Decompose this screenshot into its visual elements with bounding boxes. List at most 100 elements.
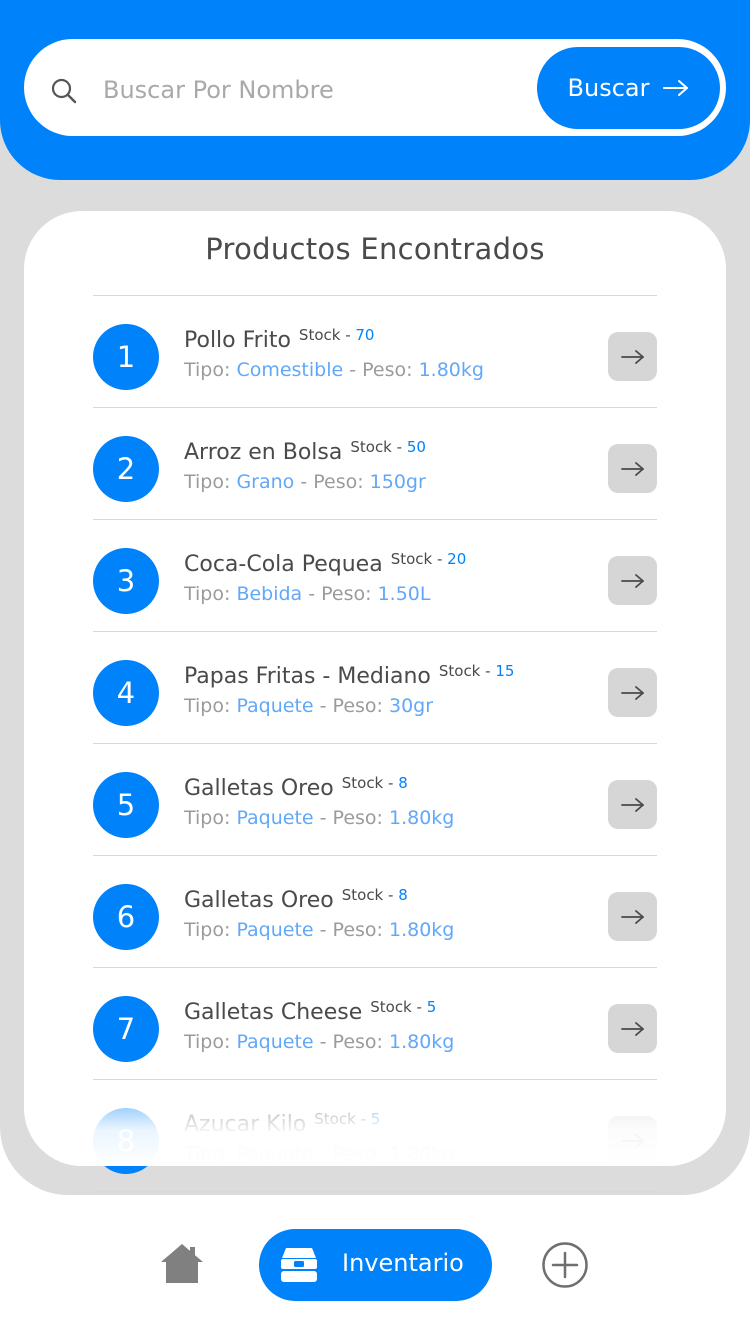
product-title-line: Galletas Cheese Stock - 5: [184, 998, 436, 1025]
tipo-label: Tipo:: [184, 583, 237, 605]
list-item[interactable]: 4 Papas Fritas - Mediano Stock - 15 Tipo: P…: [0, 632, 750, 744]
stock-label: Stock - 70: [299, 326, 375, 344]
product-name: Pollo Frito: [184, 328, 291, 353]
tipo-label: Tipo:: [184, 1031, 237, 1053]
peso-label: - Peso:: [313, 1031, 389, 1053]
list-item[interactable]: 6 Galletas Oreo Stock - 8 Tipo: Paquete - P…: [0, 856, 750, 968]
open-product-button[interactable]: [608, 556, 657, 605]
stock-value: 8: [398, 774, 408, 792]
index-badge: 6: [93, 884, 159, 950]
add-icon[interactable]: [541, 1241, 589, 1289]
tipo-label: Tipo:: [184, 695, 237, 717]
stock-prefix: Stock -: [438, 662, 496, 680]
arrow-right-icon: [620, 797, 644, 812]
stock-prefix: Stock -: [341, 886, 399, 904]
product-title-line: Azucar Kilo Stock - 5: [184, 1110, 380, 1137]
product-name: Galletas Oreo: [184, 776, 334, 801]
list-item[interactable]: 7 Galletas Cheese Stock - 5 Tipo: Paquete -…: [0, 968, 750, 1080]
product-details: Tipo: Paquete - Peso: 1.80kg: [184, 919, 454, 941]
product-list: 1 Pollo Frito Stock - 70 Tipo: Comestible -…: [0, 296, 750, 1192]
search-input[interactable]: [103, 68, 523, 112]
product-name: Papas Fritas - Mediano: [184, 664, 431, 689]
stock-value: 20: [447, 550, 467, 568]
nav-item-inventario[interactable]: Inventario: [259, 1229, 492, 1301]
product-title-line: Papas Fritas - Mediano Stock - 15: [184, 662, 514, 689]
product-name: Azucar Kilo: [184, 1112, 307, 1137]
peso-label: - Peso:: [313, 695, 389, 717]
open-product-button[interactable]: [608, 1116, 657, 1165]
peso-value: 1.80kg: [389, 1143, 455, 1165]
product-details: Tipo: Comestible - Peso: 1.80kg: [184, 359, 484, 381]
page-title: Productos Encontrados: [205, 232, 545, 266]
open-product-button[interactable]: [608, 780, 657, 829]
index-badge: 1: [93, 324, 159, 390]
product-details: Tipo: Paquete - Peso: 30gr: [184, 695, 433, 717]
product-title-line: Pollo Frito Stock - 70: [184, 326, 374, 353]
peso-value: 30gr: [389, 695, 434, 717]
arrow-right-icon: [620, 1133, 644, 1148]
search-button[interactable]: Buscar: [537, 47, 720, 129]
list-item[interactable]: 8 Azucar Kilo Stock - 5 Tipo: Paquete - Pes…: [0, 1080, 750, 1192]
arrow-right-icon: [663, 80, 689, 96]
tipo-label: Tipo:: [184, 471, 237, 493]
peso-value: 1.80kg: [389, 1031, 455, 1053]
peso-value: 1.80kg: [389, 807, 455, 829]
stock-label: Stock - 8: [342, 886, 408, 904]
open-product-button[interactable]: [608, 668, 657, 717]
peso-value: 150gr: [369, 471, 426, 493]
list-item[interactable]: 3 Coca-Cola Pequea Stock - 20 Tipo: Bebida …: [0, 520, 750, 632]
open-product-button[interactable]: [608, 1004, 657, 1053]
peso-label: - Peso:: [302, 583, 378, 605]
tipo-value: Paquete: [236, 1143, 314, 1165]
peso-value: 1.50L: [377, 583, 431, 605]
list-item[interactable]: 1 Pollo Frito Stock - 70 Tipo: Comestible -…: [0, 296, 750, 408]
stock-value: 8: [398, 886, 408, 904]
home-icon[interactable]: [159, 1242, 205, 1284]
product-title-line: Galletas Oreo Stock - 8: [184, 774, 408, 801]
search-button-label: Buscar: [567, 74, 650, 102]
stock-label: Stock - 50: [350, 438, 426, 456]
product-title-line: Coca-Cola Pequea Stock - 20: [184, 550, 466, 577]
product-title-line: Arroz en Bolsa Stock - 50: [184, 438, 426, 465]
peso-label: - Peso:: [313, 1143, 389, 1165]
stock-prefix: Stock -: [350, 438, 407, 456]
stock-label: Stock - 5: [314, 1110, 380, 1128]
open-product-button[interactable]: [608, 892, 657, 941]
index-badge: 2: [93, 436, 159, 502]
open-product-button[interactable]: [608, 332, 657, 381]
tipo-value: Paquete: [236, 919, 314, 941]
stock-value: 15: [495, 662, 515, 680]
stock-value: 50: [406, 438, 426, 456]
peso-label: - Peso:: [313, 919, 389, 941]
stock-value: 5: [370, 1110, 381, 1128]
tipo-label: Tipo:: [184, 359, 237, 381]
arrow-right-icon: [620, 573, 644, 588]
product-details: Tipo: Paquete - Peso: 1.80kg: [184, 1031, 454, 1053]
stock-label: Stock - 20: [391, 550, 467, 568]
tipo-value: Paquete: [236, 807, 314, 829]
peso-label: - Peso:: [294, 471, 370, 493]
stock-prefix: Stock -: [298, 326, 356, 344]
arrow-right-icon: [620, 349, 644, 364]
nav-active-label: Inventario: [342, 1249, 464, 1277]
peso-label: - Peso:: [343, 359, 419, 381]
index-badge: 5: [93, 772, 159, 838]
list-item[interactable]: 2 Arroz en Bolsa Stock - 50 Tipo: Grano - P…: [0, 408, 750, 520]
stock-value: 70: [355, 326, 375, 344]
arrow-right-icon: [620, 461, 644, 476]
product-name: Arroz en Bolsa: [184, 440, 343, 465]
product-details: Tipo: Bebida - Peso: 1.50L: [184, 583, 430, 605]
open-product-button[interactable]: [608, 444, 657, 493]
stock-prefix: Stock -: [390, 550, 448, 568]
stock-prefix: Stock -: [370, 998, 427, 1016]
peso-value: 1.80kg: [418, 359, 484, 381]
product-details: Tipo: Paquete - Peso: 1.80kg: [184, 1143, 454, 1165]
product-name: Coca-Cola Pequea: [184, 552, 383, 577]
tipo-label: Tipo:: [184, 807, 237, 829]
tipo-label: Tipo:: [184, 1143, 237, 1165]
stock-label: Stock - 15: [439, 662, 515, 680]
product-name: Galletas Oreo: [184, 888, 334, 913]
list-item[interactable]: 5 Galletas Oreo Stock - 8 Tipo: Paquete - P…: [0, 744, 750, 856]
tipo-value: Grano: [236, 471, 295, 493]
arrow-right-icon: [620, 909, 644, 924]
